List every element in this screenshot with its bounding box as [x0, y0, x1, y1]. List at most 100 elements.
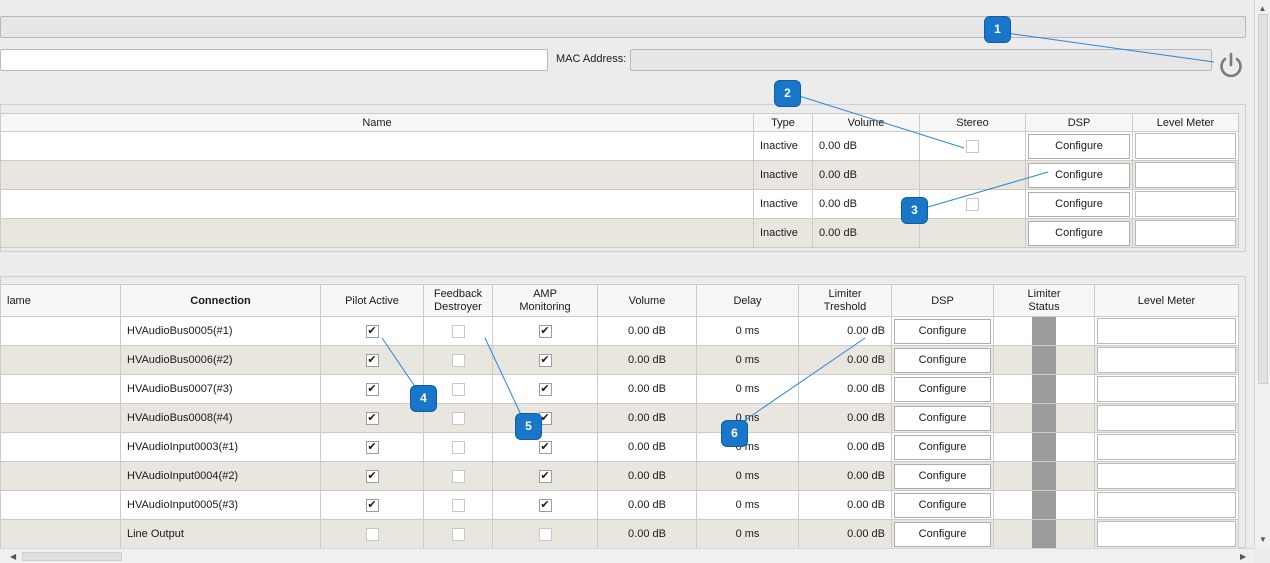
col-name[interactable]: Name: [0, 113, 754, 132]
row-name[interactable]: [0, 432, 121, 462]
amp-monitoring-checkbox[interactable]: ✔: [538, 324, 552, 338]
pilot-active-checkbox[interactable]: ✔: [365, 440, 379, 454]
row-limiter-threshold[interactable]: 0.00 dB: [798, 403, 892, 433]
row-volume[interactable]: 0.00 dB: [597, 490, 697, 520]
feedback-destroyer-checkbox[interactable]: [451, 498, 465, 512]
row-volume[interactable]: 0.00 dB: [597, 519, 697, 549]
row-delay[interactable]: 0 ms: [696, 345, 799, 375]
amp-monitoring-checkbox[interactable]: ✔: [538, 382, 552, 396]
col-type[interactable]: Type: [753, 113, 813, 132]
feedback-destroyer-checkbox[interactable]: [451, 411, 465, 425]
feedback-destroyer-checkbox[interactable]: [451, 382, 465, 396]
row-limiter-threshold[interactable]: 0.00 dB: [798, 519, 892, 549]
table-row[interactable]: HVAudioInput0003(#1) ✔ ✔ 0.00 dB 0 ms 0.00 dB…: [0, 432, 1239, 462]
row-stereo[interactable]: [919, 189, 1026, 219]
configure-button[interactable]: Configure: [894, 405, 991, 431]
amp-monitoring-checkbox[interactable]: ✔: [538, 440, 552, 454]
row-connection[interactable]: HVAudioBus0006(#2): [120, 345, 321, 375]
configure-button[interactable]: Configure: [1028, 133, 1130, 159]
amp-monitoring-checkbox[interactable]: ✔: [538, 353, 552, 367]
configure-button[interactable]: Configure: [894, 434, 991, 460]
configure-button[interactable]: Configure: [1028, 220, 1130, 246]
feedback-destroyer-checkbox[interactable]: [451, 324, 465, 338]
row-delay[interactable]: 0 ms: [696, 403, 799, 433]
col-volume[interactable]: Volume: [812, 113, 920, 132]
row-connection[interactable]: HVAudioBus0007(#3): [120, 374, 321, 404]
row-limiter-threshold[interactable]: 0.00 dB: [798, 461, 892, 491]
row-connection[interactable]: HVAudioBus0005(#1): [120, 316, 321, 346]
scroll-up-icon[interactable]: ▲: [1255, 4, 1270, 13]
col-dsp[interactable]: DSP: [1025, 113, 1133, 132]
row-volume[interactable]: 0.00 dB: [597, 345, 697, 375]
row-name[interactable]: [0, 374, 121, 404]
amp-monitoring-checkbox[interactable]: ✔: [538, 498, 552, 512]
scroll-left-icon[interactable]: ◀: [10, 552, 16, 561]
col-feedback-destroyer[interactable]: Feedback Destroyer: [423, 284, 493, 317]
pilot-active-checkbox[interactable]: ✔: [365, 324, 379, 338]
pilot-active-checkbox[interactable]: [365, 527, 379, 541]
row-limiter-threshold[interactable]: 0.00 dB: [798, 316, 892, 346]
row-limiter-threshold[interactable]: 0.00 dB: [798, 432, 892, 462]
row-connection[interactable]: HVAudioInput0004(#2): [120, 461, 321, 491]
row-volume[interactable]: 0.00 dB: [597, 403, 697, 433]
table-row[interactable]: HVAudioBus0006(#2) ✔ ✔ 0.00 dB 0 ms 0.00 dB Co…: [0, 345, 1239, 375]
table-row[interactable]: HVAudioInput0005(#3) ✔ ✔ 0.00 dB 0 ms 0.00 dB…: [0, 490, 1239, 520]
row-limiter-threshold[interactable]: 0.00 dB: [798, 345, 892, 375]
row-volume[interactable]: 0.00 dB: [812, 160, 920, 190]
feedback-destroyer-checkbox[interactable]: [451, 353, 465, 367]
pilot-active-checkbox[interactable]: ✔: [365, 498, 379, 512]
name-input[interactable]: [0, 49, 548, 71]
vertical-scrollbar[interactable]: ▲ ▼: [1254, 0, 1270, 548]
row-volume[interactable]: 0.00 dB: [597, 461, 697, 491]
configure-button[interactable]: Configure: [894, 347, 991, 373]
row-connection[interactable]: HVAudioBus0008(#4): [120, 403, 321, 433]
row-name[interactable]: [0, 160, 754, 190]
row-name[interactable]: [0, 316, 121, 346]
row-name[interactable]: [0, 461, 121, 491]
row-name[interactable]: [0, 403, 121, 433]
scroll-right-icon[interactable]: ▶: [1240, 552, 1246, 561]
pilot-active-checkbox[interactable]: ✔: [365, 469, 379, 483]
scroll-down-icon[interactable]: ▼: [1255, 535, 1270, 544]
row-limiter-threshold[interactable]: 0.00 dB: [798, 490, 892, 520]
table-row[interactable]: Inactive 0.00 dB Configure: [0, 160, 1239, 190]
configure-button[interactable]: Configure: [894, 492, 991, 518]
row-connection[interactable]: HVAudioInput0003(#1): [120, 432, 321, 462]
horizontal-scrollbar[interactable]: ◀ ▶: [0, 548, 1254, 563]
row-volume[interactable]: 0.00 dB: [597, 374, 697, 404]
row-limiter-threshold[interactable]: 0.00 dB: [798, 374, 892, 404]
configure-button[interactable]: Configure: [1028, 162, 1130, 188]
col-volume[interactable]: Volume: [597, 284, 697, 317]
row-stereo[interactable]: [919, 131, 1026, 161]
scroll-thumb[interactable]: [1258, 14, 1268, 384]
col-pilot-active[interactable]: Pilot Active: [320, 284, 424, 317]
row-name[interactable]: [0, 131, 754, 161]
col-amp-monitoring[interactable]: AMP Monitoring: [492, 284, 598, 317]
row-name[interactable]: [0, 519, 121, 549]
row-name[interactable]: [0, 345, 121, 375]
configure-button[interactable]: Configure: [894, 318, 991, 344]
row-volume[interactable]: 0.00 dB: [812, 218, 920, 248]
row-delay[interactable]: 0 ms: [696, 519, 799, 549]
configure-button[interactable]: Configure: [894, 463, 991, 489]
row-name[interactable]: [0, 218, 754, 248]
table-row[interactable]: HVAudioBus0005(#1) ✔ ✔ 0.00 dB 0 ms 0.00 dB Co…: [0, 316, 1239, 346]
table-row[interactable]: HVAudioBus0007(#3) ✔ ✔ 0.00 dB 0 ms 0.00 dB Co…: [0, 374, 1239, 404]
col-level-meter[interactable]: Level Meter: [1094, 284, 1239, 317]
pilot-active-checkbox[interactable]: ✔: [365, 411, 379, 425]
table-row[interactable]: Inactive 0.00 dB Configure: [0, 218, 1239, 248]
row-delay[interactable]: 0 ms: [696, 490, 799, 520]
table-row[interactable]: HVAudioInput0004(#2) ✔ ✔ 0.00 dB 0 ms 0.00 dB…: [0, 461, 1239, 491]
amp-monitoring-checkbox[interactable]: [538, 527, 552, 541]
power-icon[interactable]: [1216, 50, 1246, 80]
row-delay[interactable]: 0 ms: [696, 432, 799, 462]
col-delay[interactable]: Delay: [696, 284, 799, 317]
configure-button[interactable]: Configure: [1028, 191, 1130, 217]
row-name[interactable]: [0, 490, 121, 520]
col-limiter-threshold[interactable]: Limiter Treshold: [798, 284, 892, 317]
configure-button[interactable]: Configure: [894, 376, 991, 402]
table-row[interactable]: HVAudioBus0008(#4) ✔ ✔ 0.00 dB 0 ms 0.00 dB Co…: [0, 403, 1239, 433]
feedback-destroyer-checkbox[interactable]: [451, 527, 465, 541]
feedback-destroyer-checkbox[interactable]: [451, 440, 465, 454]
col-dsp[interactable]: DSP: [891, 284, 994, 317]
